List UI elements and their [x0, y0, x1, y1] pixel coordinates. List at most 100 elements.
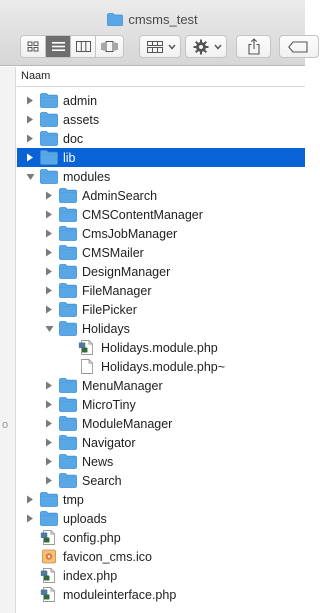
php-file-icon: [78, 340, 96, 355]
folder-row[interactable]: DesignManager: [17, 262, 305, 281]
item-name: doc: [63, 131, 84, 146]
disclosure-closed-icon[interactable]: [44, 286, 54, 296]
disclosure-closed-icon[interactable]: [25, 514, 35, 524]
disclosure-closed-icon[interactable]: [44, 419, 54, 429]
folder-icon: [59, 245, 77, 260]
folder-icon: [40, 492, 58, 507]
folder-row[interactable]: lib: [17, 148, 305, 167]
item-name: uploads: [63, 511, 107, 526]
file-row[interactable]: Holidays.module.php~: [17, 357, 305, 376]
tag-button[interactable]: [279, 35, 319, 58]
action-button[interactable]: [185, 35, 227, 58]
item-name: modules: [63, 169, 111, 184]
share-button[interactable]: [236, 35, 271, 58]
disclosure-closed-icon[interactable]: [25, 495, 35, 505]
folder-row[interactable]: doc: [17, 129, 305, 148]
disclosure-closed-icon[interactable]: [25, 134, 35, 144]
folder-icon: [40, 112, 58, 127]
item-name: CMSMailer: [82, 245, 144, 260]
arrange-grid-icon: [147, 41, 163, 53]
list-view-icon: [51, 42, 65, 51]
file-row[interactable]: config.php: [17, 528, 305, 547]
php-file-icon: [40, 587, 58, 602]
folder-row[interactable]: MicroTiny: [17, 395, 305, 414]
sidebar-text: o: [2, 419, 9, 431]
share-icon: [248, 38, 260, 55]
column-header-name[interactable]: Naam: [17, 67, 305, 87]
icon-view-icon: [27, 41, 39, 52]
disclosure-closed-icon[interactable]: [44, 400, 54, 410]
item-name: Holidays.module.php~: [101, 359, 226, 374]
folder-row[interactable]: modules: [17, 167, 305, 186]
disclosure-closed-icon[interactable]: [44, 191, 54, 201]
file-row[interactable]: favicon_cms.ico: [17, 547, 305, 566]
disclosure-open-icon[interactable]: [25, 172, 35, 182]
item-name: tmp: [63, 492, 84, 507]
column-view-icon: [75, 41, 91, 52]
folder-row[interactable]: uploads: [17, 509, 305, 528]
disclosure-closed-icon[interactable]: [44, 305, 54, 315]
disclosure-open-icon[interactable]: [44, 324, 54, 334]
file-row[interactable]: moduleinterface.php: [17, 585, 305, 604]
folder-row[interactable]: Navigator: [17, 433, 305, 452]
disclosure-closed-icon[interactable]: [44, 248, 54, 258]
php-file-icon: [40, 530, 58, 545]
folder-row[interactable]: assets: [17, 110, 305, 129]
folder-row[interactable]: Search: [17, 471, 305, 490]
folder-row[interactable]: MenuManager: [17, 376, 305, 395]
item-name: admin: [63, 93, 98, 108]
folder-icon: [59, 473, 77, 488]
folder-icon: [107, 13, 124, 26]
folder-row[interactable]: CMSMailer: [17, 243, 305, 262]
arrange-button[interactable]: [139, 35, 181, 58]
folder-row[interactable]: CMSContentManager: [17, 205, 305, 224]
list-view-button[interactable]: [46, 36, 71, 57]
item-name: Holidays: [82, 321, 130, 336]
file-list: Naam admin assets doc lib modules AdminSearch…: [17, 67, 305, 613]
folder-icon: [59, 454, 77, 469]
gear-icon: [193, 39, 209, 55]
folder-row[interactable]: AdminSearch: [17, 186, 305, 205]
folder-icon: [59, 416, 77, 431]
folder-row[interactable]: FileManager: [17, 281, 305, 300]
folder-row[interactable]: CmsJobManager: [17, 224, 305, 243]
ico-file-icon: [40, 549, 58, 564]
disclosure-closed-icon[interactable]: [25, 96, 35, 106]
item-name: ModuleManager: [82, 416, 173, 431]
disclosure-closed-icon[interactable]: [44, 476, 54, 486]
folder-row[interactable]: admin: [17, 91, 305, 110]
folder-icon: [59, 207, 77, 222]
folder-icon: [59, 283, 77, 298]
item-name: config.php: [63, 530, 121, 545]
file-row[interactable]: index.php: [17, 566, 305, 585]
file-row[interactable]: Holidays.module.php: [17, 338, 305, 357]
tag-icon: [288, 41, 308, 53]
disclosure-closed-icon[interactable]: [44, 381, 54, 391]
folder-row[interactable]: ModuleManager: [17, 414, 305, 433]
disclosure-closed-icon[interactable]: [44, 210, 54, 220]
disclosure-closed-icon[interactable]: [25, 153, 35, 163]
item-name: MenuManager: [82, 378, 163, 393]
disclosure-closed-icon[interactable]: [44, 457, 54, 467]
disclosure-closed-icon[interactable]: [44, 438, 54, 448]
folder-row[interactable]: Holidays: [17, 319, 305, 338]
column-view-button[interactable]: [71, 36, 96, 57]
cover-flow-button[interactable]: [96, 36, 123, 57]
folder-row[interactable]: tmp: [17, 490, 305, 509]
folder-icon: [59, 321, 77, 336]
item-name: Holidays.module.php: [101, 340, 218, 355]
folder-row[interactable]: News: [17, 452, 305, 471]
folder-icon: [40, 93, 58, 108]
folder-icon: [59, 226, 77, 241]
item-name: News: [82, 454, 114, 469]
disclosure-closed-icon[interactable]: [44, 267, 54, 277]
icon-view-button[interactable]: [21, 36, 46, 57]
item-name: MicroTiny: [82, 397, 136, 412]
window-title: cmsms_test: [0, 12, 305, 27]
disclosure-closed-icon[interactable]: [44, 229, 54, 239]
disclosure-closed-icon[interactable]: [25, 115, 35, 125]
folder-row[interactable]: FilePicker: [17, 300, 305, 319]
window-title-text: cmsms_test: [128, 12, 198, 27]
